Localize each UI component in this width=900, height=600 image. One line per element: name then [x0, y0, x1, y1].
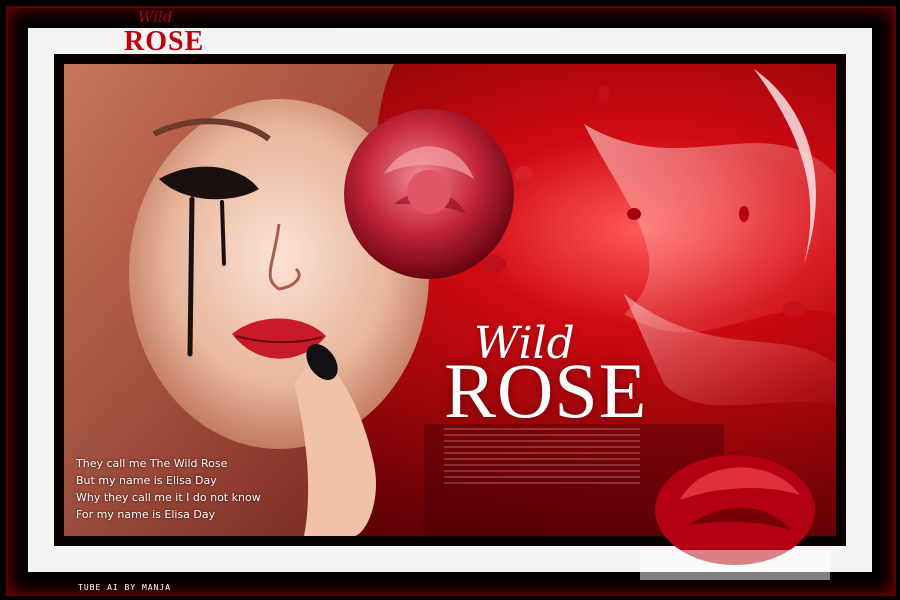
- petal: [627, 208, 641, 220]
- tear-streak: [187, 196, 195, 357]
- corner-logo: Wild ROSE: [118, 8, 208, 57]
- silk-swirl: [584, 124, 836, 333]
- petal: [482, 255, 506, 273]
- credit: TUBE AI BY MANJA: [78, 583, 172, 592]
- tear-streak-2: [220, 200, 226, 266]
- petal: [739, 206, 749, 222]
- corner-logo-script: Wild: [138, 8, 173, 26]
- lyrics: They call me The Wild Rose But my name i…: [76, 455, 261, 523]
- title-main: ROSE: [444, 347, 648, 434]
- lyric-line: For my name is Elisa Day: [76, 508, 216, 521]
- corner-logo-main: ROSE: [124, 26, 205, 57]
- bottom-rose: [640, 455, 830, 580]
- lyric-line: But my name is Elisa Day: [76, 474, 217, 487]
- lyric-line: Why they call me it I do not know: [76, 491, 261, 504]
- petal: [598, 85, 610, 103]
- title-reflection: [444, 428, 640, 488]
- petal: [783, 301, 805, 317]
- petal: [514, 166, 534, 182]
- lyric-line: They call me The Wild Rose: [76, 457, 228, 470]
